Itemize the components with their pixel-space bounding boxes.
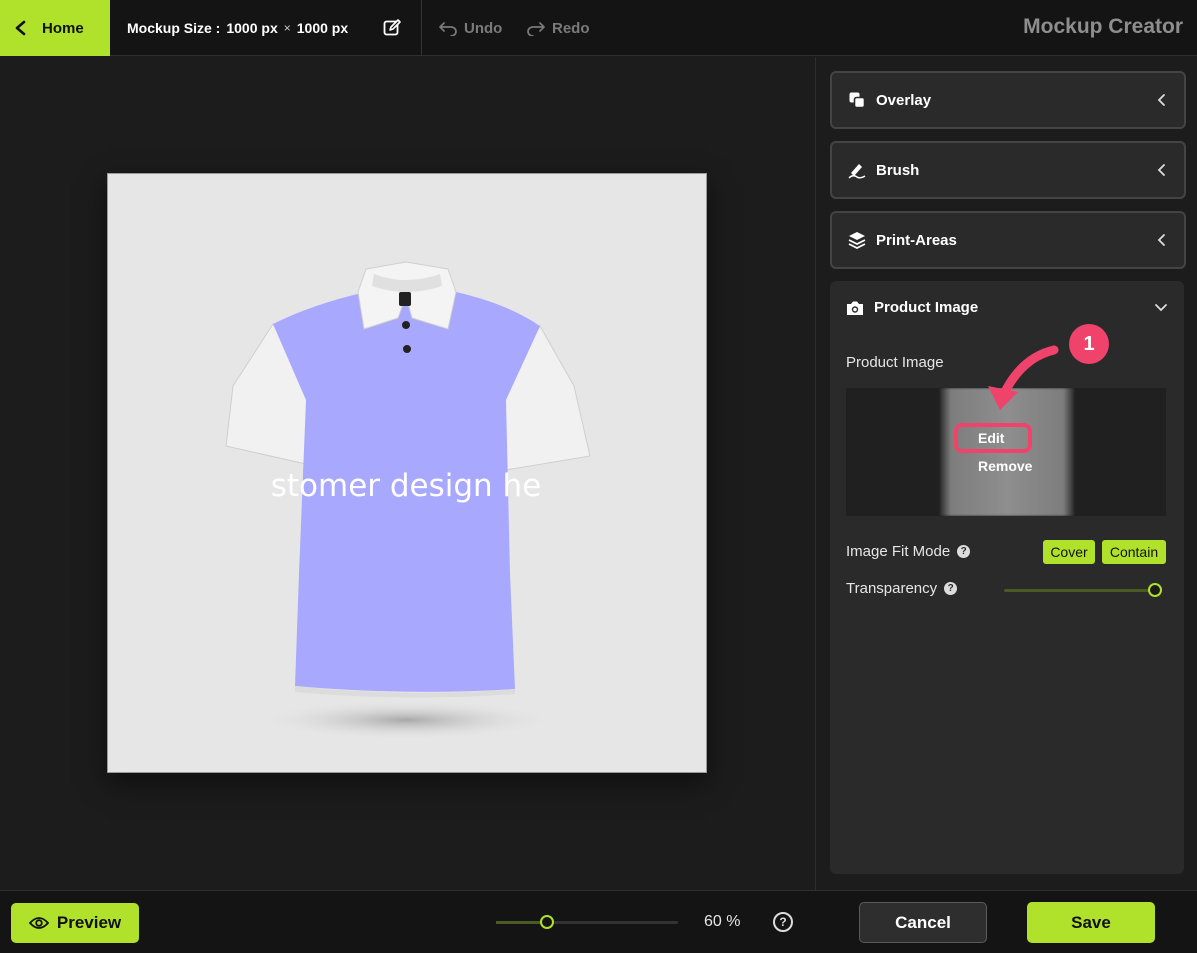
help-icon[interactable]: ?	[773, 912, 793, 932]
layers-icon	[848, 232, 866, 249]
camera-icon	[847, 301, 863, 315]
step-callout-badge: 1	[1069, 324, 1109, 364]
brush-label: Brush	[876, 161, 920, 179]
zoom-slider-knob[interactable]	[540, 915, 554, 929]
save-button[interactable]: Save	[1027, 902, 1155, 943]
top-bar: Home Mockup Size : 1000 px × 1000 px Und…	[0, 0, 1197, 56]
cover-button[interactable]: Cover	[1043, 540, 1095, 564]
eye-icon	[28, 917, 49, 929]
contain-button[interactable]: Contain	[1102, 540, 1166, 564]
help-icon[interactable]: ?	[957, 545, 971, 558]
overlay-section[interactable]: Overlay	[830, 71, 1186, 129]
redo-label: Redo	[552, 19, 590, 37]
print-areas-label: Print-Areas	[876, 231, 957, 249]
redo-icon	[527, 22, 545, 36]
preview-label: Preview	[56, 913, 122, 932]
remove-image-button[interactable]: Remove	[978, 458, 1032, 474]
edit-size-icon[interactable]	[382, 18, 402, 38]
settings-panel: Overlay Brush Print-Areas Product Image …	[815, 57, 1197, 890]
mockup-width-value: 1000 px	[226, 20, 278, 36]
help-icon[interactable]: ?	[944, 582, 958, 595]
print-areas-section[interactable]: Print-Areas	[830, 211, 1186, 269]
preview-button[interactable]: Preview	[11, 903, 139, 943]
transparency-slider-knob[interactable]	[1148, 583, 1162, 597]
bottom-bar: Preview 60 % ? Cancel Save	[0, 890, 1197, 953]
undo-icon	[439, 22, 457, 36]
chevron-left-icon	[15, 20, 26, 36]
product-image-header[interactable]: Product Image	[846, 299, 978, 316]
image-fit-mode-label: Image Fit Mode	[846, 543, 951, 560]
image-fit-mode-row: Image Fit Mode ? Cover Contain	[846, 540, 1166, 564]
annotation-arrow-icon	[988, 345, 1059, 410]
edit-highlight	[954, 423, 1032, 453]
brush-icon	[848, 164, 866, 179]
zoom-value: 60 %	[704, 913, 741, 930]
home-button[interactable]: Home	[0, 0, 110, 56]
undo-button[interactable]: Undo	[438, 0, 502, 56]
redo-button[interactable]: Redo	[526, 0, 590, 56]
mockup-height-value: 1000 px	[296, 20, 349, 36]
app-title: Mockup Creator	[1023, 15, 1183, 38]
chevron-left-icon	[1157, 94, 1165, 106]
chevron-left-icon	[1157, 164, 1165, 176]
zoom-slider[interactable]	[496, 915, 678, 929]
mockup-canvas[interactable]: stomer design he	[107, 173, 707, 773]
shirt-design-text: stomer design he	[271, 468, 542, 504]
transparency-label: Transparency	[846, 580, 938, 597]
product-image-title: Product Image	[874, 299, 979, 316]
times-sign: ×	[283, 21, 291, 35]
chevron-down-icon[interactable]	[1154, 303, 1168, 313]
cancel-button[interactable]: Cancel	[859, 902, 987, 943]
canvas-area: stomer design he	[0, 57, 815, 890]
mockup-size: Mockup Size : 1000 px × 1000 px	[110, 0, 422, 56]
mockup-size-label: Mockup Size :	[127, 20, 221, 36]
brush-section[interactable]: Brush	[830, 141, 1186, 199]
overlay-label: Overlay	[876, 91, 932, 109]
polo-shirt-image: stomer design he	[225, 261, 591, 740]
product-image-label: Product Image	[846, 354, 944, 371]
home-label: Home	[42, 19, 84, 37]
transparency-slider[interactable]	[1004, 589, 1160, 592]
chevron-left-icon	[1157, 234, 1165, 246]
undo-label: Undo	[464, 19, 503, 37]
transparency-row: Transparency ?	[846, 580, 1166, 597]
overlay-icon	[849, 92, 866, 109]
